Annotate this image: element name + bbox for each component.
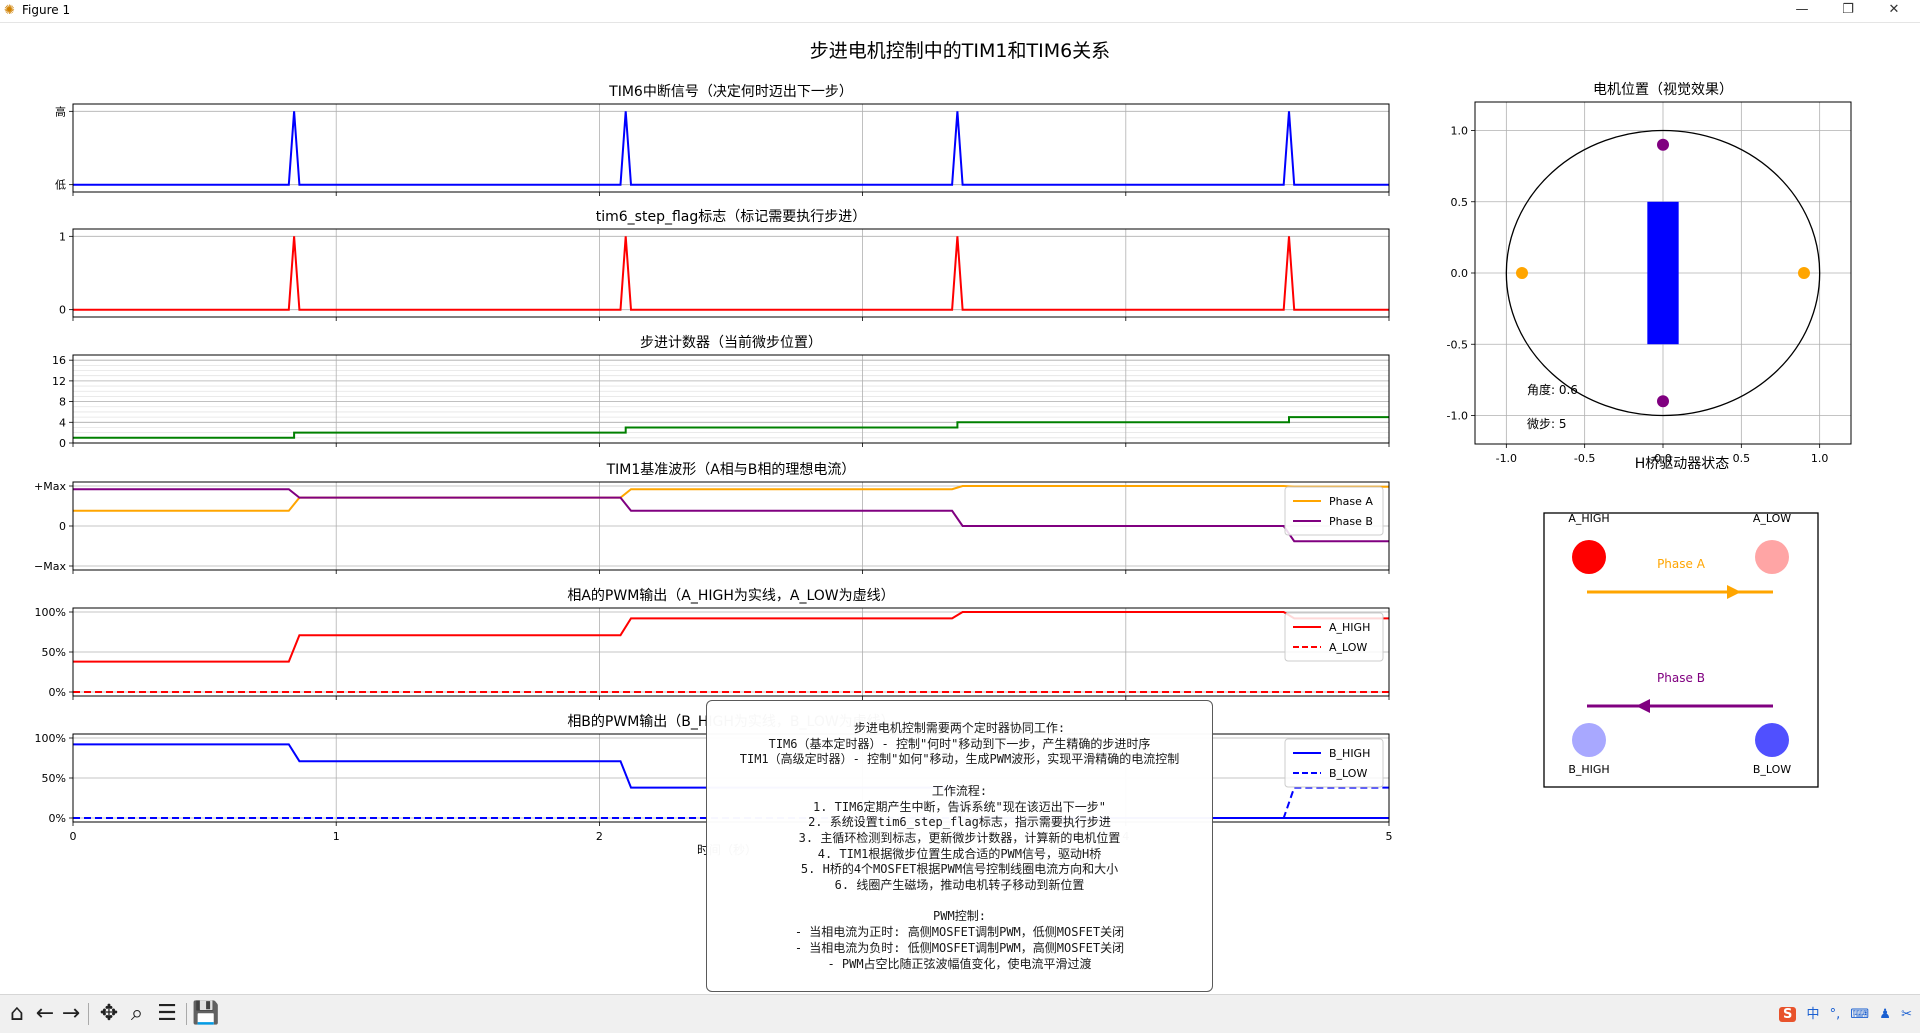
y-tick-label: 0 [59,437,66,450]
pan-move-icon[interactable]: ✥ [96,1001,122,1027]
y-tick-label: −Max [34,560,66,573]
y-tick-label: 0.5 [1451,196,1469,209]
y-tick-label: 50% [42,646,66,659]
y-tick-label: 0.0 [1451,267,1469,280]
system-tray: S 中 °, ⌨ ♟ ✂ [1773,1003,1912,1025]
x-tick-label: -1.0 [1496,452,1517,465]
y-tick-label: 低 [55,179,66,192]
a-high-label: A_HIGH [1568,512,1609,525]
keyboard-icon[interactable]: ⌨ [1850,1007,1869,1022]
zoom-magnifier-icon[interactable]: ⌕ [124,1001,150,1027]
y-tick-label: 8 [59,396,66,409]
hbridge-title: H桥驱动器状态 [1635,456,1730,472]
matplotlib-app-icon: ✺ [4,3,15,18]
legend-entry: B_LOW [1329,767,1367,780]
axes-background [73,229,1389,317]
tray-item[interactable]: °, [1830,1007,1841,1022]
legend-entry: Phase B [1329,515,1373,528]
y-tick-label: 1.0 [1451,125,1469,138]
y-tick-label: 100% [35,732,66,745]
angle-annotation: 角度: 0.6 [1527,382,1578,397]
x-tick-label: 1 [333,830,340,843]
save-floppy-icon[interactable]: 💾 [192,1001,219,1027]
subplot-title: tim6_step_flag标志（标记需要执行步进） [596,209,867,225]
subplot-title: TIM6中断信号（决定何时迈出下一步） [608,84,853,100]
y-tick-label: 0% [49,812,66,825]
figure-title: 步进电机控制中的TIM1和TIM6关系 [810,40,1110,62]
legend-entry: A_HIGH [1329,621,1370,634]
coil-pole-marker [1657,395,1669,408]
legend-entry: Phase A [1329,495,1373,508]
tray-item[interactable]: 中 [1806,1007,1819,1022]
explanation-textbox: 步进电机控制需要两个定时器协同工作: TIM6（基本定时器）- 控制"何时"移动… [706,700,1213,992]
y-tick-label: 12 [52,375,66,388]
phase-a-label: Phase A [1657,557,1706,571]
legend-entry: A_LOW [1329,641,1367,654]
window-titlebar: ✺ Figure 1 — ❐ ✕ [0,0,1920,23]
x-tick-label: 0.5 [1733,452,1751,465]
window-title: Figure 1 [22,3,71,17]
subplot-title: 电机位置（视觉效果） [1593,82,1733,98]
tray-item[interactable]: ♟ [1879,1007,1891,1022]
coil-pole-marker [1657,138,1669,151]
subplot-title: 相A的PWM输出（A_HIGH为实线，A_LOW为虚线） [567,588,894,604]
ime-logo-icon[interactable]: S [1778,1007,1797,1022]
legend-entry: B_HIGH [1329,747,1370,760]
coil-pole-marker [1516,267,1528,279]
b-high-label: B_HIGH [1568,763,1609,776]
a-low-switch-indicator [1755,540,1789,574]
a-high-switch-indicator [1572,540,1606,574]
b-low-label: B_LOW [1753,763,1791,776]
toolbar-separator [88,1003,89,1025]
y-tick-label: 0 [59,520,66,533]
y-tick-label: 0 [59,304,66,317]
b-high-switch-indicator [1572,723,1606,757]
subplot-title: TIM1基准波形（A相与B相的理想电流） [606,461,856,478]
coil-pole-marker [1798,267,1810,279]
microstep-annotation: 微步: 5 [1527,417,1567,431]
forward-arrow-icon[interactable]: → [58,1001,84,1027]
maximize-button[interactable]: ❐ [1826,0,1870,22]
y-tick-label: +Max [34,480,66,493]
axes-background [73,104,1389,192]
y-tick-label: -0.5 [1447,338,1468,351]
back-arrow-icon[interactable]: ← [32,1001,58,1027]
b-low-switch-indicator [1755,723,1789,757]
a-low-label: A_LOW [1753,512,1791,525]
x-tick-label: 1.0 [1811,452,1829,465]
y-tick-label: 4 [59,416,66,429]
phase-b-label: Phase B [1657,671,1705,685]
x-tick-label: -0.5 [1574,452,1595,465]
home-icon[interactable]: ⌂ [4,1001,30,1027]
toolbar-separator [186,1003,187,1025]
y-tick-label: 16 [52,354,66,367]
y-tick-label: 高 [55,104,66,118]
y-tick-label: -1.0 [1447,410,1468,423]
close-button[interactable]: ✕ [1872,0,1916,22]
minimize-button[interactable]: — [1780,0,1824,22]
y-tick-label: 0% [49,686,66,699]
hbridge-diagram: H桥驱动器状态 A_HIGH A_LOW Phase A Phase B B_H… [1543,456,1819,788]
configure-subplots-icon[interactable]: ☰ [154,1001,180,1027]
axes-background [73,355,1389,443]
subplot-title: 步进计数器（当前微步位置） [640,334,822,351]
x-tick-label: 0 [70,830,77,843]
x-tick-label: 5 [1386,830,1393,843]
y-tick-label: 100% [35,606,66,619]
motor-rotor-bar [1647,201,1679,345]
scissors-icon[interactable]: ✂ [1901,1007,1912,1022]
y-tick-label: 50% [42,772,66,785]
navigation-toolbar: ⌂ ← → ✥ ⌕ ☰ 💾 S 中 °, ⌨ ♟ ✂ [0,994,1920,1033]
y-tick-label: 1 [59,230,66,243]
x-tick-label: 2 [596,830,603,843]
